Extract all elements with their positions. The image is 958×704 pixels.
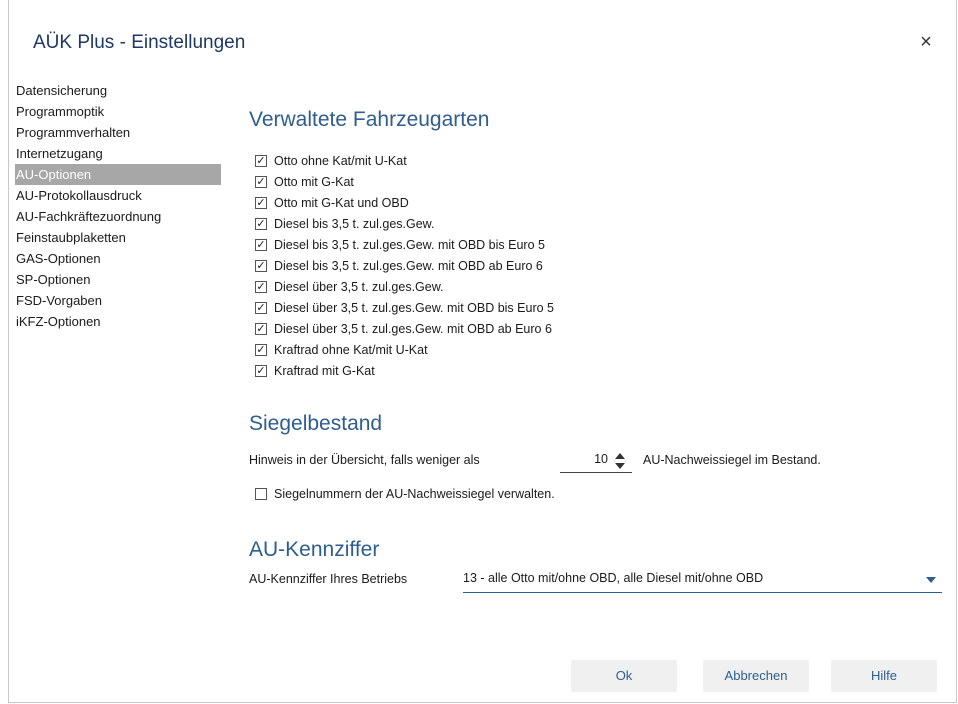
vehicle-type-checkbox[interactable]: ✓ xyxy=(255,196,267,209)
au-code-label: AU-Kennziffer Ihres Betriebs xyxy=(249,572,408,586)
manage-seals-label: Siegelnummern der AU-Nachweissiegel verw… xyxy=(274,486,555,501)
sidebar-item[interactable]: Feinstaubplaketten xyxy=(15,227,221,248)
decrement-icon[interactable] xyxy=(615,463,625,469)
seal-threshold-stepper[interactable]: 10 xyxy=(560,450,632,473)
stepper-arrows[interactable] xyxy=(614,450,626,472)
sidebar-item[interactable]: SP-Optionen xyxy=(15,269,221,290)
sidebar-item[interactable]: iKFZ-Optionen xyxy=(15,311,221,332)
vehicle-type-row[interactable]: ✓ Kraftrad ohne Kat/mit U-Kat xyxy=(255,339,554,360)
settings-dialog: AÜK Plus - Einstellungen × Datensicherun… xyxy=(8,0,957,703)
au-code-selected-value: 13 - alle Otto mit/ohne OBD, alle Diesel… xyxy=(463,571,764,585)
vehicle-type-row[interactable]: ✓ Otto mit G-Kat und OBD xyxy=(255,192,554,213)
seal-stock-heading: Siegelbestand xyxy=(249,412,383,435)
help-button[interactable]: Hilfe xyxy=(831,660,937,692)
vehicle-type-checkbox[interactable]: ✓ xyxy=(255,217,267,230)
ok-button[interactable]: Ok xyxy=(571,660,677,692)
settings-nav: Datensicherung Programmoptik Programmverha… xyxy=(15,80,221,332)
sidebar-item[interactable]: Internetzugang xyxy=(15,143,221,164)
sidebar-item[interactable]: Datensicherung xyxy=(15,80,221,101)
cancel-button[interactable]: Abbrechen xyxy=(703,660,809,692)
au-code-heading: AU-Kennziffer xyxy=(249,538,380,561)
vehicle-type-row[interactable]: ✓ Diesel über 3,5 t. zul.ges.Gew. xyxy=(255,276,554,297)
close-icon[interactable]: × xyxy=(916,30,936,54)
sidebar-item[interactable]: Programmverhalten xyxy=(15,122,221,143)
sidebar-item[interactable]: Programmoptik xyxy=(15,101,221,122)
vehicle-type-label: Kraftrad ohne Kat/mit U-Kat xyxy=(274,342,428,357)
vehicle-type-row[interactable]: ✓ Otto mit G-Kat xyxy=(255,171,554,192)
manage-seals-checkbox[interactable] xyxy=(255,487,267,500)
vehicle-type-checkbox[interactable]: ✓ xyxy=(255,154,267,167)
vehicle-type-label: Diesel über 3,5 t. zul.ges.Gew. xyxy=(274,279,444,294)
vehicle-type-label: Diesel bis 3,5 t. zul.ges.Gew. xyxy=(274,216,435,231)
seal-suffix-label: AU-Nachweissiegel im Bestand. xyxy=(643,453,821,467)
sidebar-item[interactable]: AU-Optionen xyxy=(15,164,221,185)
vehicle-type-label: Otto ohne Kat/mit U-Kat xyxy=(274,153,407,168)
seal-hint-label: Hinweis in der Übersicht, falls weniger … xyxy=(249,453,480,467)
vehicle-type-row[interactable]: ✓ Otto ohne Kat/mit U-Kat xyxy=(255,150,554,171)
vehicle-types-list: ✓ Otto ohne Kat/mit U-Kat ✓ Otto mit G-Kat ✓… xyxy=(255,150,554,381)
vehicle-type-row[interactable]: ✓ Diesel bis 3,5 t. zul.ges.Gew. xyxy=(255,213,554,234)
seal-threshold-value: 10 xyxy=(594,452,608,466)
increment-icon[interactable] xyxy=(615,453,625,459)
vehicle-type-label: Otto mit G-Kat xyxy=(274,174,354,189)
sidebar-item[interactable]: AU-Protokollausdruck xyxy=(15,185,221,206)
vehicle-type-checkbox[interactable]: ✓ xyxy=(255,280,267,293)
vehicle-type-label: Otto mit G-Kat und OBD xyxy=(274,195,409,210)
vehicle-type-row[interactable]: ✓ Diesel bis 3,5 t. zul.ges.Gew. mit OBD … xyxy=(255,255,554,276)
vehicle-type-row[interactable]: ✓ Kraftrad mit G-Kat xyxy=(255,360,554,381)
vehicle-type-label: Diesel bis 3,5 t. zul.ges.Gew. mit OBD b… xyxy=(274,237,545,252)
vehicle-type-label: Diesel bis 3,5 t. zul.ges.Gew. mit OBD a… xyxy=(274,258,543,273)
vehicle-type-checkbox[interactable]: ✓ xyxy=(255,343,267,356)
vehicle-type-row[interactable]: ✓ Diesel bis 3,5 t. zul.ges.Gew. mit OBD … xyxy=(255,234,554,255)
sidebar-item[interactable]: AU-Fachkräftezuordnung xyxy=(15,206,221,227)
vehicle-type-label: Diesel über 3,5 t. zul.ges.Gew. mit OBD … xyxy=(274,300,554,315)
au-code-select[interactable]: 13 - alle Otto mit/ohne OBD, alle Diesel… xyxy=(463,568,942,593)
vehicle-type-row[interactable]: ✓ Diesel über 3,5 t. zul.ges.Gew. mit OBD… xyxy=(255,318,554,339)
vehicle-type-checkbox[interactable]: ✓ xyxy=(255,259,267,272)
vehicle-type-checkbox[interactable]: ✓ xyxy=(255,322,267,335)
sidebar-item[interactable]: GAS-Optionen xyxy=(15,248,221,269)
vehicle-type-checkbox[interactable]: ✓ xyxy=(255,301,267,314)
vehicle-type-checkbox[interactable]: ✓ xyxy=(255,175,267,188)
manage-seals-checkbox-row[interactable]: Siegelnummern der AU-Nachweissiegel verw… xyxy=(255,483,555,504)
vehicle-type-label: Diesel über 3,5 t. zul.ges.Gew. mit OBD … xyxy=(274,321,552,336)
vehicle-type-row[interactable]: ✓ Diesel über 3,5 t. zul.ges.Gew. mit OBD… xyxy=(255,297,554,318)
sidebar-item[interactable]: FSD-Vorgaben xyxy=(15,290,221,311)
vehicle-type-checkbox[interactable]: ✓ xyxy=(255,364,267,377)
window-title: AÜK Plus - Einstellungen xyxy=(33,32,246,53)
vehicle-type-label: Kraftrad mit G-Kat xyxy=(274,363,375,378)
vehicle-types-heading: Verwaltete Fahrzeugarten xyxy=(249,108,490,131)
vehicle-type-checkbox[interactable]: ✓ xyxy=(255,238,267,251)
chevron-down-icon[interactable] xyxy=(926,577,936,583)
